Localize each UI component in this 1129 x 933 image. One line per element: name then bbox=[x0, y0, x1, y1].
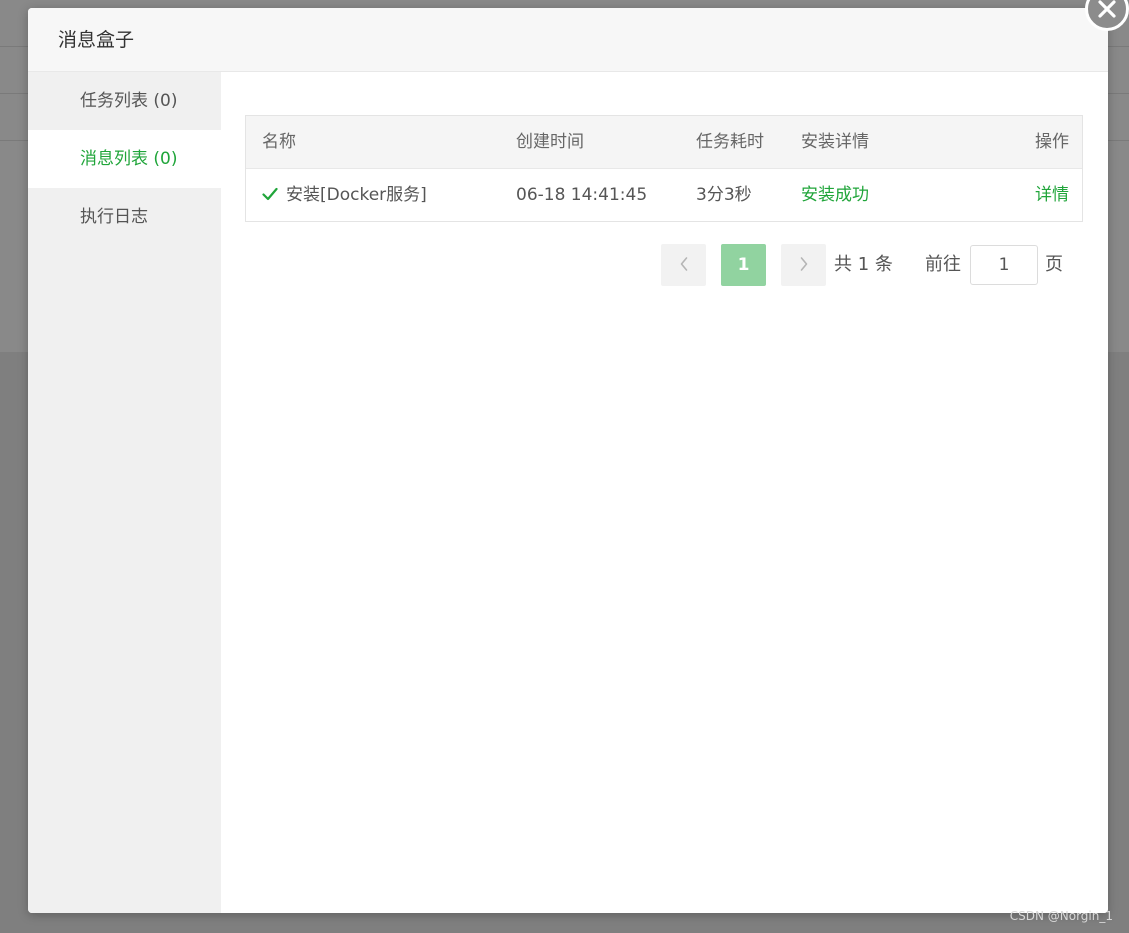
next-page-button[interactable] bbox=[781, 244, 826, 286]
close-icon bbox=[1098, 0, 1116, 18]
message-table: 名称 创建时间 任务耗时 安装详情 操作 安装[Docker服务] 06-18 … bbox=[245, 115, 1083, 222]
row-duration: 3分3秒 bbox=[696, 185, 752, 205]
row-name: 安装[Docker服务] bbox=[286, 185, 427, 205]
column-header-duration: 任务耗时 bbox=[696, 132, 764, 152]
row-status: 安装成功 bbox=[801, 185, 869, 205]
column-header-action: 操作 bbox=[1035, 132, 1069, 152]
column-header-name: 名称 bbox=[262, 132, 296, 152]
pagination-page-unit: 页 bbox=[1045, 254, 1063, 275]
close-dialog-button[interactable] bbox=[1085, 0, 1129, 31]
sidebar-item-message-list[interactable]: 消息列表 (0) bbox=[28, 130, 221, 188]
chevron-right-icon bbox=[800, 256, 807, 271]
table-row: 安装[Docker服务] 06-18 14:41:45 3分3秒 安装成功 详情 bbox=[246, 169, 1082, 221]
sidebar-item-execution-log[interactable]: 执行日志 bbox=[28, 188, 221, 246]
table-header: 名称 创建时间 任务耗时 安装详情 操作 bbox=[246, 116, 1082, 169]
pagination-goto-input[interactable] bbox=[970, 245, 1038, 285]
check-icon bbox=[262, 187, 278, 200]
dialog-sidebar: 任务列表 (0) 消息列表 (0) 执行日志 bbox=[28, 72, 221, 913]
dialog-header: 消息盒子 bbox=[28, 8, 1108, 72]
column-header-status: 安装详情 bbox=[801, 132, 869, 152]
row-created: 06-18 14:41:45 bbox=[516, 185, 648, 205]
row-name-cell: 安装[Docker服务] bbox=[262, 169, 427, 221]
prev-page-button[interactable] bbox=[661, 244, 706, 286]
page-number-current[interactable]: 1 bbox=[721, 244, 766, 286]
sidebar-item-task-list[interactable]: 任务列表 (0) bbox=[28, 72, 221, 130]
message-box-dialog: 消息盒子 任务列表 (0) 消息列表 (0) 执行日志 名称 创建时间 任务耗时… bbox=[28, 8, 1108, 913]
dialog-title: 消息盒子 bbox=[58, 29, 135, 51]
dialog-content: 名称 创建时间 任务耗时 安装详情 操作 安装[Docker服务] 06-18 … bbox=[221, 72, 1108, 913]
pagination-goto-label: 前往 bbox=[925, 254, 961, 275]
row-details-link[interactable]: 详情 bbox=[1035, 169, 1069, 221]
pagination-total: 共 1 条 bbox=[834, 254, 893, 275]
column-header-created: 创建时间 bbox=[516, 132, 584, 152]
chevron-left-icon bbox=[680, 256, 687, 271]
watermark: CSDN @Norgin_1 bbox=[1009, 909, 1113, 923]
